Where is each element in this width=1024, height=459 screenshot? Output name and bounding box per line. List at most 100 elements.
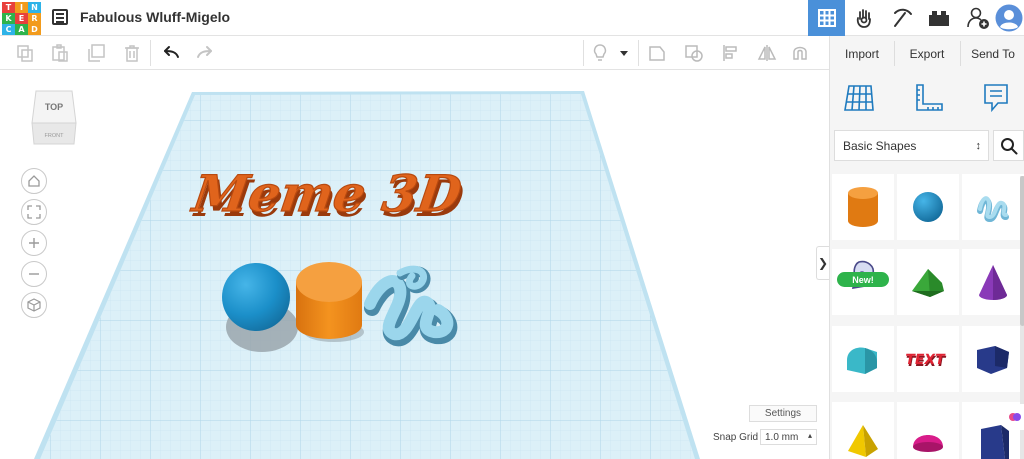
sim-lab-button[interactable] (845, 0, 882, 36)
zoom-out-button[interactable] (21, 261, 47, 287)
view-cube-front-label: FRONT (45, 133, 65, 139)
logo-letter: N (28, 2, 41, 13)
notes-icon (984, 84, 1008, 113)
undo-button[interactable] (161, 43, 181, 63)
send-to-button[interactable]: Send To (962, 42, 1024, 65)
design-title[interactable]: Fabulous Wluff-Migelo (80, 9, 230, 25)
panel-divider (894, 41, 895, 66)
panel-divider (960, 41, 961, 66)
codeblocks-button[interactable] (884, 0, 921, 36)
invite-user-button[interactable] (959, 0, 996, 36)
3d-design-view-button[interactable] (808, 0, 845, 36)
redo-icon (197, 46, 212, 58)
ungroup-icon (685, 45, 703, 62)
logo-letter: K (2, 13, 15, 24)
shape-tile-pyramid[interactable] (832, 402, 894, 459)
workplane-icon (844, 85, 874, 111)
paste-button[interactable] (50, 43, 70, 63)
view-cube[interactable]: TOP FRONT (30, 89, 78, 145)
cylinder-object[interactable] (296, 262, 362, 339)
align-button[interactable] (721, 43, 741, 63)
workplane-viewport[interactable]: Meme 3D Meme 3D TOP FRONT Settings Snap … (0, 70, 829, 459)
profile-avatar[interactable] (993, 0, 1024, 36)
bricks-button[interactable] (920, 0, 957, 36)
mirror-icon (757, 45, 777, 61)
shape-tile-cone[interactable] (962, 249, 1024, 315)
ruler-tool-button[interactable] (911, 80, 947, 116)
home-icon (28, 175, 40, 187)
shape-tile-cylinder[interactable] (832, 174, 894, 240)
help-bubble-button[interactable] (1006, 404, 1024, 430)
avatar-icon (995, 4, 1022, 32)
cone-shape-icon (979, 265, 1007, 300)
settings-button[interactable]: Settings (749, 405, 817, 422)
pyramid-shape-icon (848, 424, 878, 457)
delete-icon (125, 45, 139, 62)
collapse-panel-button[interactable]: ❯ (816, 246, 829, 280)
grid-icon (817, 9, 836, 27)
home-view-button[interactable] (21, 168, 47, 194)
magnet-icon (793, 46, 807, 60)
redo-button[interactable] (195, 43, 215, 63)
design-menu-icon[interactable] (52, 9, 68, 25)
toolbar-divider (583, 40, 584, 66)
pickaxe-icon (893, 8, 912, 27)
workplane-canvas[interactable]: Meme 3D Meme 3D (0, 70, 829, 459)
add-user-icon (966, 7, 989, 29)
shape-tile-polygon[interactable] (962, 326, 1024, 392)
perspective-toggle-button[interactable] (21, 292, 47, 318)
copy-button[interactable] (15, 43, 35, 63)
view-cube-top-label: TOP (45, 102, 63, 112)
mirror-button[interactable] (757, 43, 777, 63)
round-roof-shape-icon (847, 347, 877, 374)
shape-tile-sphere[interactable] (897, 174, 959, 240)
text-shape-icon: TEXT TEXT (906, 352, 947, 370)
undo-icon (164, 46, 179, 58)
meme-3d-text-object[interactable]: Meme 3D Meme 3D (187, 164, 468, 228)
duplicate-button[interactable] (86, 43, 106, 63)
bricks-icon (928, 11, 949, 26)
sphere-object[interactable] (222, 263, 290, 331)
polygon-shape-icon (977, 346, 1009, 374)
search-icon (1000, 137, 1017, 154)
panel-scrollbar-thumb[interactable] (1020, 176, 1024, 326)
shapes-panel: Import Export Send To Basic Shapes ↕ New… (829, 36, 1024, 459)
group-button[interactable] (647, 43, 667, 63)
lightbulb-icon (593, 44, 607, 61)
logo-letter: E (15, 13, 28, 24)
visibility-dropdown[interactable] (616, 43, 632, 63)
logo-letter: R (28, 13, 41, 24)
import-button[interactable]: Import (832, 42, 892, 65)
wedge-shape-icon (981, 424, 1009, 459)
ungroup-button[interactable] (684, 43, 704, 63)
shape-tile-scribble[interactable] (962, 174, 1024, 240)
workplane-grid (40, 94, 695, 459)
ruler-icon (916, 84, 943, 111)
cruise-button[interactable] (790, 43, 810, 63)
hand-icon (856, 9, 871, 28)
chevron-right-icon: ❯ (817, 256, 829, 270)
cylinder-shape-icon (848, 187, 878, 227)
workplane-tool-button[interactable] (841, 80, 877, 116)
fit-view-button[interactable] (21, 199, 47, 225)
notes-tool-button[interactable] (978, 80, 1014, 116)
export-button[interactable]: Export (896, 42, 958, 65)
brain-icon (1009, 413, 1021, 421)
shape-tile-half-sphere[interactable] (897, 402, 959, 459)
group-icon (649, 46, 665, 61)
shape-category-select[interactable]: Basic Shapes (834, 130, 989, 161)
shape-search-button[interactable] (993, 130, 1024, 161)
shape-tile-roof[interactable] (897, 249, 959, 315)
svg-text:TEXT: TEXT (906, 352, 946, 368)
zoom-in-button[interactable] (21, 230, 47, 256)
half-sphere-shape-icon (913, 434, 943, 452)
scribble-shape-icon (977, 196, 1009, 223)
tinkercad-logo[interactable]: TIN KER CAD (2, 2, 42, 35)
delete-button[interactable] (122, 43, 142, 63)
shape-tile-round-roof[interactable] (832, 326, 894, 392)
edit-toolbar (0, 36, 829, 70)
show-all-button[interactable] (590, 43, 610, 63)
minus-icon (29, 273, 39, 275)
shape-tile-text[interactable]: TEXT TEXT (897, 326, 959, 392)
snap-grid-select[interactable]: 1.0 mm (760, 429, 817, 445)
